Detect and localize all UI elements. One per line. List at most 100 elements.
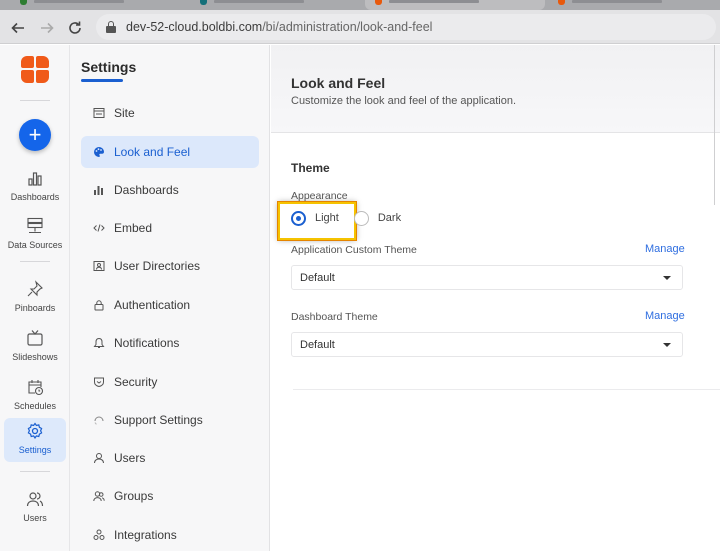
settings-item-dashboards[interactable]: Dashboards [81,174,259,206]
radio-dark-label[interactable]: Dark [378,212,401,224]
settings-item-label: Site [114,106,135,120]
rail-item-users[interactable]: Users [4,486,66,530]
shield-icon [93,376,105,388]
reload-icon [69,21,81,34]
rail-item-data-sources[interactable]: Data Sources [4,213,66,257]
rail-divider [20,471,50,472]
page-title: Look and Feel [291,75,386,91]
browser-tab-strip [0,0,720,10]
settings-item-look-and-feel[interactable]: Look and Feel [81,136,259,168]
settings-item-user-directories[interactable]: User Directories [81,250,259,282]
settings-item-site[interactable]: Site [81,97,259,129]
tab-favicon-icon [375,0,382,5]
radio-light[interactable] [291,210,306,226]
settings-item-label: User Directories [114,259,201,273]
settings-item-embed[interactable]: Embed [81,212,259,244]
settings-item-label: Authentication [114,298,191,312]
browser-tab[interactable] [190,0,365,10]
settings-item-notifications[interactable]: Notifications [81,327,259,359]
app-custom-theme-label: Application Custom Theme [291,244,417,256]
radio-light-label[interactable]: Light [315,212,339,224]
nav-rail: + Dashboards Data Sources Pinboards Slid… [0,45,70,551]
dropdown-value: Default [300,271,335,284]
dashboard-theme-dropdown[interactable]: Default [291,332,683,357]
tab-title [214,0,304,3]
settings-item-label: Dashboards [114,183,179,197]
settings-item-users[interactable]: Users [81,442,259,474]
caret-down-icon [663,275,671,280]
rail-item-schedules[interactable]: Schedules [4,374,66,418]
settings-item-label: Groups [114,489,154,503]
settings-title-underline [81,79,123,82]
url-host: dev-52-cloud.boldbi.com [126,20,263,34]
rail-item-label: Slideshows [12,352,58,362]
support-icon [93,414,105,426]
address-bar[interactable]: dev-52-cloud.boldbi.com/bi/administratio… [96,14,716,40]
caret-down-icon [663,342,671,347]
app: + Dashboards Data Sources Pinboards Slid… [0,45,720,551]
settings-item-label: Embed [114,221,153,235]
reload-button[interactable] [64,17,86,39]
app-custom-theme-dropdown[interactable]: Default [291,265,683,290]
settings-item-authentication[interactable]: Authentication [81,289,259,321]
scrollbar[interactable] [714,45,720,205]
rail-item-label: Dashboards [10,192,60,202]
browser-tab-active[interactable] [365,0,545,10]
settings-title: Settings [81,59,137,75]
lock-icon [106,21,116,33]
appearance-label: Appearance [291,190,348,202]
appearance-radio-group: Light Dark [291,208,416,228]
settings-item-label: Integrations [114,528,177,542]
tab-favicon-icon [558,0,565,5]
tab-title [34,0,124,3]
app-theme-manage-link[interactable]: Manage [645,243,685,255]
rail-item-label: Settings [18,445,52,455]
url-path: /bi/administration/look-and-feel [262,20,433,34]
rail-item-label: Pinboards [14,303,56,313]
settings-item-security[interactable]: Security [81,366,259,398]
contact-card-icon [93,260,105,272]
palette-icon [93,146,105,158]
dashboard-theme-label: Dashboard Theme [291,311,378,323]
page-header: Look and Feel Customize the look and fee… [271,45,720,133]
page-subtitle: Customize the look and feel of the appli… [291,95,517,107]
browser-tab[interactable] [548,0,720,10]
settings-item-groups[interactable]: Groups [81,480,259,512]
back-arrow-icon [11,22,24,34]
section-divider [293,389,720,390]
settings-item-label: Support Settings [114,413,203,427]
rail-item-pinboards[interactable]: Pinboards [4,276,66,320]
radio-dark[interactable] [353,210,369,226]
tab-title [572,0,662,3]
settings-item-support-settings[interactable]: Support Settings [81,404,259,436]
pin-icon [27,280,43,297]
tab-favicon-icon [200,0,207,5]
url-text: dev-52-cloud.boldbi.com/bi/administratio… [126,20,432,34]
bell-icon [93,337,105,349]
code-icon [93,222,105,234]
settings-item-integrations[interactable]: Integrations [81,519,259,551]
create-button[interactable]: + [19,119,51,151]
rail-item-slideshows[interactable]: Slideshows [4,325,66,369]
settings-item-label: Notifications [114,336,180,350]
calendar-clock-icon [28,380,44,396]
rail-item-label: Users [23,513,47,523]
group-icon [93,490,105,502]
tab-title [389,0,479,3]
back-button[interactable] [7,17,29,39]
rail-item-label: Data Sources [7,240,63,250]
tv-icon [27,330,43,346]
rail-divider [20,261,50,262]
dashboard-theme-manage-link[interactable]: Manage [645,310,685,322]
browser-toolbar: dev-52-cloud.boldbi.com/bi/administratio… [0,10,720,44]
settings-item-label: Look and Feel [114,145,191,159]
settings-panel: Settings Site Look and Feel Dashboards E… [70,45,270,551]
rail-item-settings[interactable]: Settings [4,418,66,462]
boldbi-logo[interactable] [21,56,49,83]
user-icon [93,452,105,464]
forward-button[interactable] [36,17,58,39]
rail-item-dashboards[interactable]: Dashboards [4,165,66,209]
dropdown-value: Default [300,338,335,351]
server-icon [27,217,43,234]
browser-tab[interactable] [10,0,185,10]
